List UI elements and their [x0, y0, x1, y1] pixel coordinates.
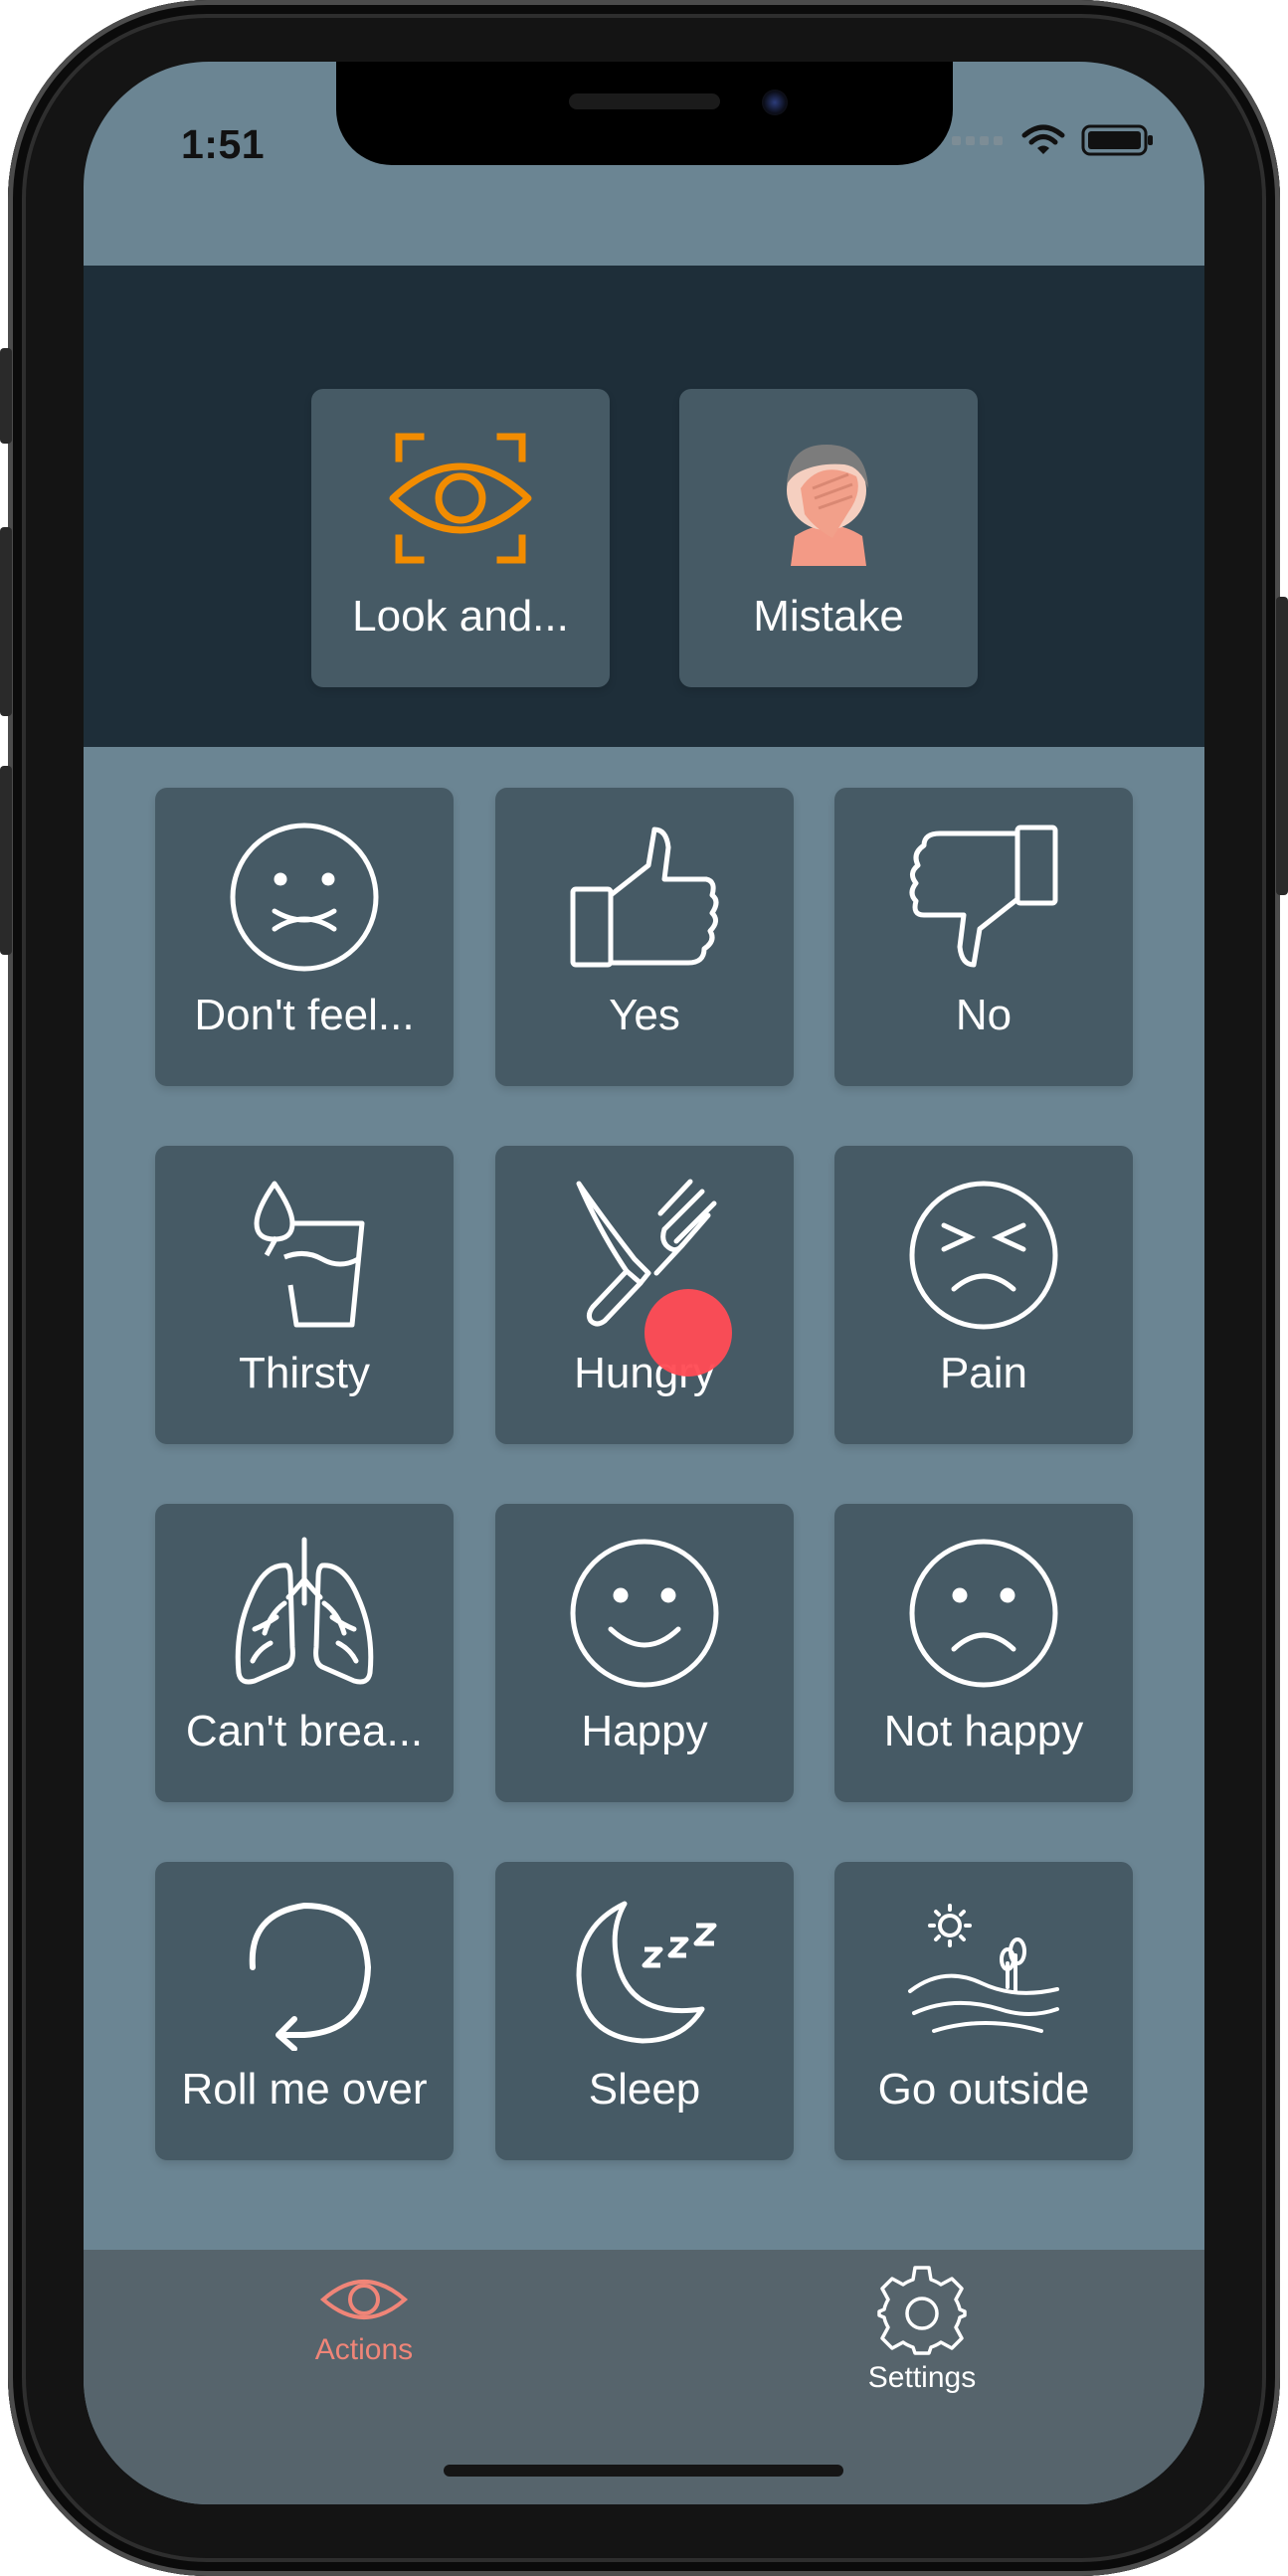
mistake-button[interactable]: Mistake: [679, 389, 978, 687]
rotate-icon: [225, 1892, 384, 2051]
sick-face-icon: [225, 818, 384, 977]
facepalm-icon: [749, 419, 908, 578]
gear-icon: [877, 2266, 967, 2355]
no-button[interactable]: No: [834, 788, 1133, 1086]
thirsty-button[interactable]: Thirsty: [155, 1146, 454, 1444]
sleep-label: Sleep: [588, 2065, 701, 2114]
mistake-label: Mistake: [753, 592, 904, 641]
dont-feel-button[interactable]: Don't feel...: [155, 788, 454, 1086]
roll-me-over-button[interactable]: Roll me over: [155, 1862, 454, 2160]
thumbs-down-icon: [904, 818, 1063, 977]
go-outside-button[interactable]: Go outside: [834, 1862, 1133, 2160]
lungs-icon: [225, 1534, 384, 1693]
yes-button[interactable]: Yes: [495, 788, 794, 1086]
look-and-label: Look and...: [352, 592, 569, 641]
power-button: [1276, 597, 1288, 895]
landscape-icon: [904, 1892, 1063, 2051]
volume-down-button: [0, 766, 12, 955]
volume-up-button: [0, 527, 12, 716]
silent-switch: [0, 348, 12, 444]
notch: [336, 62, 953, 165]
not-happy-label: Not happy: [883, 1707, 1084, 1755]
moon-zzz-icon: [565, 1892, 724, 2051]
app-screen: 1:51 Look and... Mistake Don't feel... Y…: [84, 62, 1204, 2504]
look-and-button[interactable]: Look and...: [311, 389, 610, 687]
quick-actions-panel: Look and... Mistake: [84, 266, 1204, 747]
tab-actions[interactable]: Actions: [245, 2270, 483, 2367]
go-outside-label: Go outside: [877, 2065, 1090, 2114]
no-label: No: [955, 991, 1012, 1039]
thirsty-label: Thirsty: [239, 1349, 370, 1397]
home-indicator[interactable]: [444, 2465, 843, 2477]
tab-settings[interactable]: Settings: [803, 2266, 1041, 2395]
sleep-button[interactable]: Sleep: [495, 1862, 794, 2160]
status-time: 1:51: [181, 121, 266, 167]
happy-face-icon: [565, 1534, 724, 1693]
pain-button[interactable]: Pain: [834, 1146, 1133, 1444]
tab-settings-label: Settings: [867, 2361, 977, 2394]
cant-breathe-button[interactable]: Can't brea...: [155, 1504, 454, 1802]
happy-button[interactable]: Happy: [495, 1504, 794, 1802]
touch-indicator: [644, 1289, 732, 1377]
tab-actions-label: Actions: [314, 2333, 414, 2366]
thumbs-up-icon: [565, 818, 724, 977]
status-icons: [952, 123, 1155, 157]
speaker-grille: [569, 93, 720, 109]
water-glass-icon: [225, 1176, 384, 1335]
hungry-button[interactable]: Hungry: [495, 1146, 794, 1444]
battery-icon: [1081, 124, 1153, 156]
happy-label: Happy: [581, 1707, 708, 1755]
not-happy-button[interactable]: Not happy: [834, 1504, 1133, 1802]
yes-label: Yes: [609, 991, 680, 1039]
cant-breathe-label: Can't brea...: [185, 1707, 424, 1755]
cellular-signal-icon: [952, 136, 1003, 145]
roll-me-over-label: Roll me over: [181, 2065, 428, 2114]
eye-icon: [319, 2280, 409, 2319]
front-camera: [762, 90, 788, 115]
eye-focus-icon: [381, 419, 540, 578]
pain-face-icon: [904, 1176, 1063, 1335]
dont-feel-label: Don't feel...: [194, 991, 415, 1039]
wifi-icon: [1021, 124, 1065, 154]
pain-label: Pain: [939, 1349, 1028, 1397]
sad-face-icon: [904, 1534, 1063, 1693]
tab-bar: Actions Settings: [84, 2250, 1204, 2504]
